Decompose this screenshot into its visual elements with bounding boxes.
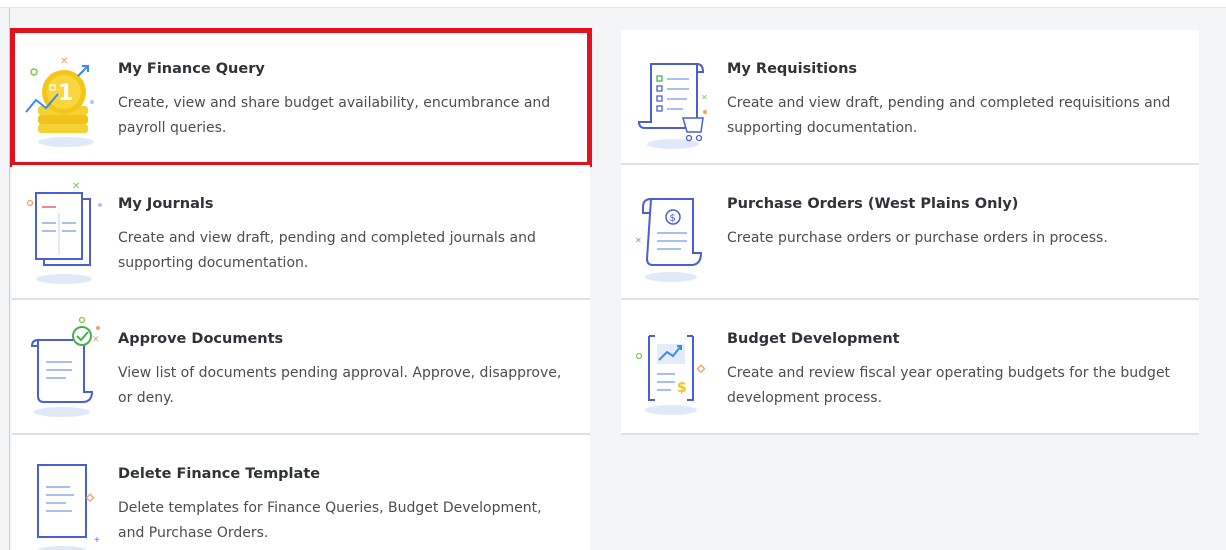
svg-text:✕: ✕ bbox=[72, 181, 80, 192]
card-delete-finance-template[interactable]: + Delete Finance Template Delete templat… bbox=[12, 435, 590, 550]
card-description: View list of documents pending approval.… bbox=[118, 365, 562, 406]
top-bar bbox=[0, 0, 1226, 8]
card-description: Create and review fiscal year operating … bbox=[727, 365, 1171, 406]
card-title: Delete Finance Template bbox=[118, 466, 321, 482]
requisition-icon: ✕ bbox=[631, 42, 711, 152]
card-title: My Finance Query bbox=[118, 61, 265, 77]
left-divider bbox=[9, 8, 10, 550]
purchase-order-icon: $ ✕ bbox=[631, 177, 711, 287]
card-my-finance-query[interactable]: 1 ✕ My Finance Query Create, view and sh… bbox=[10, 28, 592, 167]
approve-document-icon: ✕ bbox=[22, 312, 102, 422]
left-column: 1 ✕ My Finance Query Create, view and sh… bbox=[10, 28, 592, 550]
card-description: Create and view draft, pending and compl… bbox=[727, 95, 1171, 136]
card-title: Approve Documents bbox=[118, 331, 284, 347]
svg-text:$: $ bbox=[677, 380, 687, 396]
svg-text:$: $ bbox=[670, 213, 676, 224]
card-approve-documents[interactable]: ✕ Approve Documents View list of documen… bbox=[12, 300, 590, 435]
svg-text:✕: ✕ bbox=[92, 334, 100, 344]
svg-text:✕: ✕ bbox=[701, 93, 708, 102]
card-description: Create purchase orders or purchase order… bbox=[727, 230, 1108, 246]
template-icon: + bbox=[22, 447, 102, 550]
finance-coins-icon: 1 ✕ bbox=[22, 42, 102, 152]
card-description: Delete templates for Finance Queries, Bu… bbox=[118, 500, 542, 541]
budget-chart-icon: $ bbox=[631, 312, 711, 422]
svg-text:1: 1 bbox=[58, 81, 73, 106]
svg-text:+: + bbox=[94, 535, 100, 546]
card-title: Budget Development bbox=[727, 331, 900, 347]
card-title: My Journals bbox=[118, 196, 214, 212]
right-column: ✕ My Requisitions Create and view draft,… bbox=[621, 30, 1199, 435]
card-description: Create, view and share budget availabili… bbox=[118, 95, 551, 136]
card-my-journals[interactable]: ✕ My Journals Create and view draft, pen… bbox=[12, 165, 590, 300]
card-my-requisitions[interactable]: ✕ My Requisitions Create and view draft,… bbox=[621, 30, 1199, 165]
card-description: Create and view draft, pending and compl… bbox=[118, 230, 536, 271]
journal-icon: ✕ bbox=[22, 177, 102, 287]
card-budget-development[interactable]: $ Budget Development Create and review f… bbox=[621, 300, 1199, 435]
card-title: My Requisitions bbox=[727, 61, 858, 77]
svg-text:✕: ✕ bbox=[635, 236, 642, 245]
card-title: Purchase Orders (West Plains Only) bbox=[727, 196, 1019, 212]
svg-text:✕: ✕ bbox=[60, 56, 68, 67]
card-purchase-orders[interactable]: $ ✕ Purchase Orders (West Plains Only) C… bbox=[621, 165, 1199, 300]
